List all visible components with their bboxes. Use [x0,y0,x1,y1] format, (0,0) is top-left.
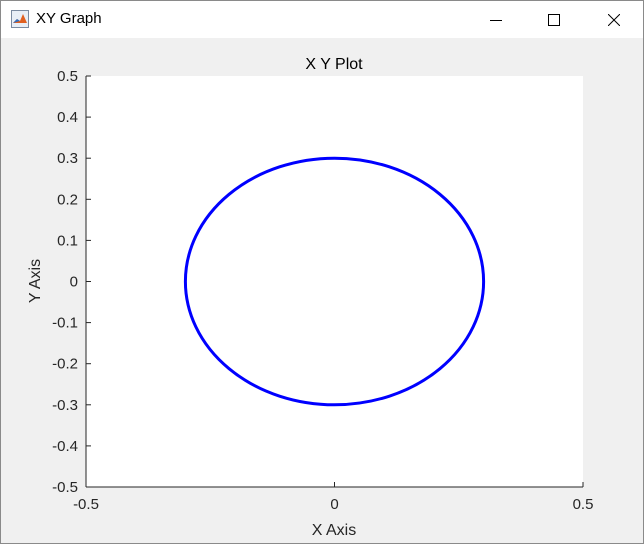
close-icon [608,13,620,26]
y-axis-label: Y Axis [27,259,44,303]
axes-background [86,76,583,487]
close-button[interactable] [591,1,637,38]
minimize-button[interactable] [473,1,519,38]
x-tick-label: 0.5 [573,496,594,513]
xy-plot[interactable]: 0.5 0.4 0.3 0.2 0.1 0 -0.1 -0.2 -0.3 -0.4 -0.5-0.5… [1,38,643,543]
maximize-icon [548,13,560,26]
matlab-icon [11,10,29,28]
figure-window: XY Graph 0.5 0.4 0.3 0.2 0.1 0 -0.1 -0.2 -0.3 -0.… [0,0,644,544]
chart-title: X Y Plot [305,56,363,73]
x-axis-label: X Axis [312,522,356,539]
y-tick-label: 0.1 [57,232,78,249]
y-tick-label: -0.2 [52,356,78,373]
y-tick-label: 0 [70,274,78,291]
x-tick-label: -0.5 [73,496,99,513]
maximize-button[interactable] [531,1,577,38]
title-bar[interactable]: XY Graph [1,1,643,38]
y-tick-label: -0.3 [52,397,78,414]
y-tick-label: 0.2 [57,191,78,208]
window-title: XY Graph [36,10,102,27]
y-tick-label: 0.5 [57,68,78,85]
y-tick-label: 0.3 [57,150,78,167]
y-tick-label: 0.4 [57,109,78,126]
minimize-icon [490,19,502,21]
x-tick-label: 0 [330,496,338,513]
figure-canvas: 0.5 0.4 0.3 0.2 0.1 0 -0.1 -0.2 -0.3 -0.4 -0.5 -0.5… [1,38,643,543]
y-tick-label: -0.4 [52,438,78,455]
y-tick-label: -0.1 [52,315,78,332]
y-tick-label: -0.5 [52,479,78,496]
